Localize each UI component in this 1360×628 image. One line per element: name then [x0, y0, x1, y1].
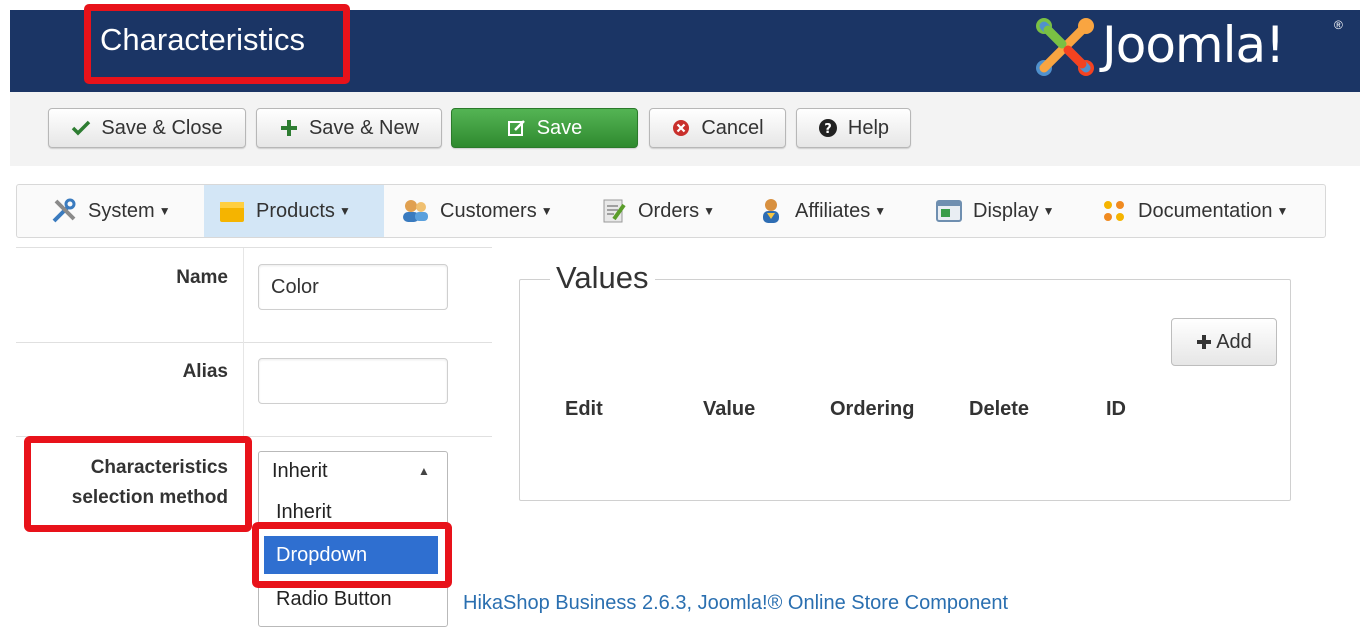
caret-down-icon: ▼: [703, 204, 716, 218]
save-button[interactable]: Save: [451, 108, 638, 148]
column-delete: Delete: [969, 398, 1030, 420]
menu-documentation-label: Documentation: [1138, 199, 1273, 222]
menu-products-label: Products: [256, 199, 335, 222]
affiliates-icon: [757, 197, 785, 225]
footer-link[interactable]: HikaShop Business 2.6.3, Joomla!® Online…: [463, 592, 1008, 615]
caret-down-icon: ▼: [158, 204, 171, 218]
save-new-label: Save & New: [308, 116, 420, 139]
add-value-button[interactable]: Add: [1171, 318, 1277, 366]
option-highlight: [252, 522, 452, 588]
alias-input[interactable]: [258, 358, 448, 404]
customers-icon: [400, 198, 430, 224]
option-radio-button[interactable]: Radio Button: [276, 588, 392, 611]
menu-system-label: System: [88, 199, 155, 222]
cancel-label: Cancel: [701, 116, 764, 139]
menu-affiliates[interactable]: Affiliates ▼: [757, 185, 917, 237]
plus-icon: [279, 118, 299, 138]
values-legend: Values: [550, 260, 655, 296]
svg-text:?: ?: [824, 122, 832, 137]
orders-icon: [600, 197, 628, 225]
menu-orders-label: Orders: [638, 199, 700, 222]
plus-icon: [1196, 334, 1212, 350]
add-value-label: Add: [1216, 330, 1252, 353]
caret-down-icon: ▼: [874, 204, 887, 218]
form-divider: [16, 247, 492, 248]
cancel-icon: [671, 118, 691, 138]
save-close-button[interactable]: Save & Close: [48, 108, 246, 148]
cancel-button[interactable]: Cancel: [649, 108, 786, 148]
form-column-divider: [243, 248, 244, 436]
help-label: Help: [847, 116, 890, 139]
selection-method-label: Characteristics selection method: [36, 453, 228, 513]
caret-down-icon: ▼: [1276, 204, 1289, 218]
caret-up-icon: ▲: [418, 464, 430, 478]
values-fieldset: [519, 279, 1291, 501]
help-icon: ?: [818, 118, 838, 138]
caret-down-icon: ▼: [1042, 204, 1055, 218]
column-edit: Edit: [565, 398, 603, 420]
joomla-logo-text: Joomla!: [1102, 16, 1285, 74]
page-title: Characteristics: [100, 22, 305, 57]
name-input[interactable]: Color: [258, 264, 448, 310]
column-value: Value: [703, 398, 756, 420]
menu-system[interactable]: System ▼: [50, 185, 200, 237]
selection-method-label-line2: selection method: [71, 487, 228, 508]
menu-orders[interactable]: Orders ▼: [600, 185, 740, 237]
menu-products[interactable]: Products ▼: [204, 185, 384, 237]
column-id: ID: [1106, 398, 1126, 420]
display-icon: [935, 198, 963, 224]
column-ordering: Ordering: [830, 398, 915, 420]
folder-icon: [218, 198, 246, 224]
menu-display-label: Display: [973, 199, 1039, 222]
wrench-icon: [50, 197, 78, 225]
menu-customers[interactable]: Customers ▼: [400, 185, 580, 237]
save-new-button[interactable]: Save & New: [256, 108, 442, 148]
name-label: Name: [176, 267, 228, 288]
edit-icon: [507, 119, 527, 137]
help-button[interactable]: ? Help: [796, 108, 911, 148]
form-divider: [16, 342, 492, 343]
selection-method-label-line1: Characteristics: [90, 457, 228, 478]
menu-display[interactable]: Display ▼: [935, 185, 1080, 237]
menu-customers-label: Customers: [440, 199, 537, 222]
alias-label: Alias: [182, 361, 228, 382]
save-label: Save: [536, 116, 583, 139]
caret-down-icon: ▼: [540, 204, 553, 218]
selected-value[interactable]: Inherit: [272, 460, 328, 483]
documentation-icon: [1100, 197, 1128, 225]
menu-documentation[interactable]: Documentation ▼: [1100, 185, 1315, 237]
check-icon: [71, 119, 91, 137]
option-inherit[interactable]: Inherit: [276, 501, 332, 524]
caret-down-icon: ▼: [338, 204, 351, 218]
menu-affiliates-label: Affiliates: [795, 199, 871, 222]
save-close-label: Save & Close: [101, 116, 223, 139]
joomla-logo-reg: ®: [1334, 18, 1343, 32]
